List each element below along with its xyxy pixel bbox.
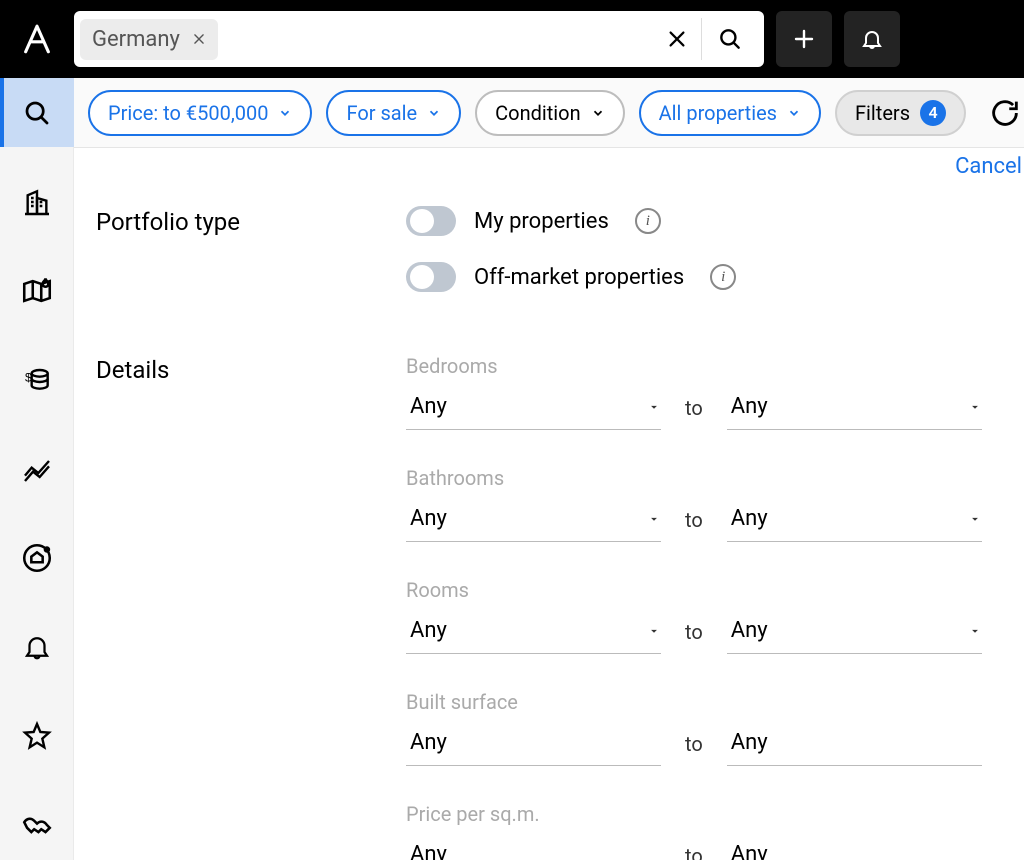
pill-condition[interactable]: Condition [475, 90, 624, 136]
from-select[interactable]: Any [406, 500, 661, 542]
range-bedrooms: Bedrooms Any to Any [406, 354, 1018, 430]
range-label: Rooms [406, 578, 1018, 602]
add-button[interactable] [776, 11, 832, 67]
clear-search-icon[interactable] [653, 15, 701, 63]
pill-for-sale[interactable]: For sale [326, 90, 461, 136]
range-label: Built surface [406, 690, 1018, 714]
range-label: Price per sq.m. [406, 802, 1018, 826]
search-box[interactable]: Germany [74, 11, 764, 67]
info-icon[interactable]: i [710, 264, 736, 290]
range-row: Any to Any [406, 500, 1018, 542]
toggle-my-properties[interactable] [406, 206, 456, 236]
left-nav: $ [0, 78, 74, 860]
range-label: Bedrooms [406, 354, 1018, 378]
info-icon[interactable]: i [635, 208, 661, 234]
pill-for-sale-label: For sale [346, 101, 417, 125]
remove-chip-icon[interactable] [192, 32, 206, 46]
from-input[interactable]: Any [406, 724, 661, 766]
chevron-down-icon [427, 106, 441, 120]
chevron-down-icon [968, 512, 982, 526]
range-built-surface: Built surface Anyto Any [406, 690, 1018, 766]
pill-filters[interactable]: Filters 4 [835, 90, 966, 136]
nav-star-icon[interactable] [0, 702, 74, 771]
main: Price: to €500,000 For sale Condition Al… [74, 78, 1024, 860]
range-price-per-sq-m-: Price per sq.m. Any to Any [406, 802, 1018, 860]
nav-handshake-icon[interactable] [0, 791, 74, 860]
range-rooms: Rooms Any to Any [406, 578, 1018, 654]
chevron-down-icon [647, 512, 661, 526]
pill-condition-label: Condition [495, 101, 580, 125]
section-portfolio-title: Portfolio type [96, 206, 406, 318]
pill-all-properties-label: All properties [659, 101, 777, 125]
from-input[interactable]: Any [406, 836, 661, 860]
section-details-title: Details [96, 354, 406, 860]
app-logo[interactable] [12, 14, 62, 64]
to-label: to [685, 396, 703, 430]
chevron-down-icon [787, 106, 801, 120]
from-select[interactable]: Any [406, 612, 661, 654]
chevron-down-icon [647, 624, 661, 638]
chevron-down-icon [968, 400, 982, 414]
nav-map-hot-icon[interactable] [0, 256, 74, 325]
section-portfolio-type: Portfolio type My properties i Off-marke… [96, 206, 1018, 318]
notifications-button[interactable] [844, 11, 900, 67]
range-row: Anyto Any [406, 724, 1018, 766]
search-chip-germany[interactable]: Germany [80, 19, 218, 60]
pill-price-label: Price: to €500,000 [108, 101, 268, 125]
nav-home-icon[interactable] [0, 524, 74, 593]
to-label: to [685, 732, 703, 766]
chevron-down-icon [591, 106, 605, 120]
to-select[interactable]: Any [727, 612, 982, 654]
chevron-down-icon [278, 106, 292, 120]
from-select-value: Any [410, 394, 447, 419]
search-submit-icon[interactable] [702, 15, 758, 63]
from-select-value: Any [410, 618, 447, 643]
to-select[interactable]: Any [727, 388, 982, 430]
from-select-value: Any [410, 506, 447, 531]
pill-filters-label: Filters [855, 101, 910, 125]
to-input[interactable]: Any [727, 724, 982, 766]
search-chip-label: Germany [92, 27, 180, 52]
toggle-off-market-label: Off-market properties [474, 265, 684, 290]
toggle-row-my-properties: My properties i [406, 206, 1018, 236]
nav-analytics-icon[interactable] [0, 434, 74, 503]
range-row: Any to Any [406, 836, 1018, 860]
to-select-value: Any [731, 394, 768, 419]
chevron-down-icon [647, 400, 661, 414]
nav-buildings-icon[interactable] [0, 167, 74, 236]
toggle-off-market[interactable] [406, 262, 456, 292]
to-select[interactable]: Any [727, 500, 982, 542]
to-select-value: Any [731, 506, 768, 531]
to-label: to [685, 620, 703, 654]
nav-bell-icon[interactable] [0, 613, 74, 682]
topbar: Germany [0, 0, 1024, 78]
refresh-icon[interactable] [984, 92, 1024, 134]
to-label: to [685, 508, 703, 542]
to-label: to [685, 844, 703, 860]
range-row: Any to Any [406, 388, 1018, 430]
filters-count-badge: 4 [920, 100, 946, 126]
range-row: Any to Any [406, 612, 1018, 654]
toggle-row-off-market: Off-market properties i [406, 262, 1018, 292]
pill-all-properties[interactable]: All properties [639, 90, 821, 136]
cancel-button[interactable]: Cancel [955, 154, 1022, 179]
chevron-down-icon [968, 624, 982, 638]
to-select-value: Any [731, 618, 768, 643]
filters-panel: Cancel Portfolio type My properties i Of… [74, 148, 1024, 860]
range-bathrooms: Bathrooms Any to Any [406, 466, 1018, 542]
toggle-my-properties-label: My properties [474, 209, 609, 234]
range-label: Bathrooms [406, 466, 1018, 490]
nav-search-icon[interactable] [0, 78, 74, 147]
nav-money-icon[interactable]: $ [0, 345, 74, 414]
section-details: Details BedroomsAnytoAnyBathroomsAnytoAn… [96, 354, 1018, 860]
svg-text:$: $ [25, 370, 32, 384]
pill-price[interactable]: Price: to €500,000 [88, 90, 312, 136]
filter-pill-row: Price: to €500,000 For sale Condition Al… [74, 78, 1024, 148]
to-input[interactable]: Any [727, 836, 982, 860]
from-select[interactable]: Any [406, 388, 661, 430]
